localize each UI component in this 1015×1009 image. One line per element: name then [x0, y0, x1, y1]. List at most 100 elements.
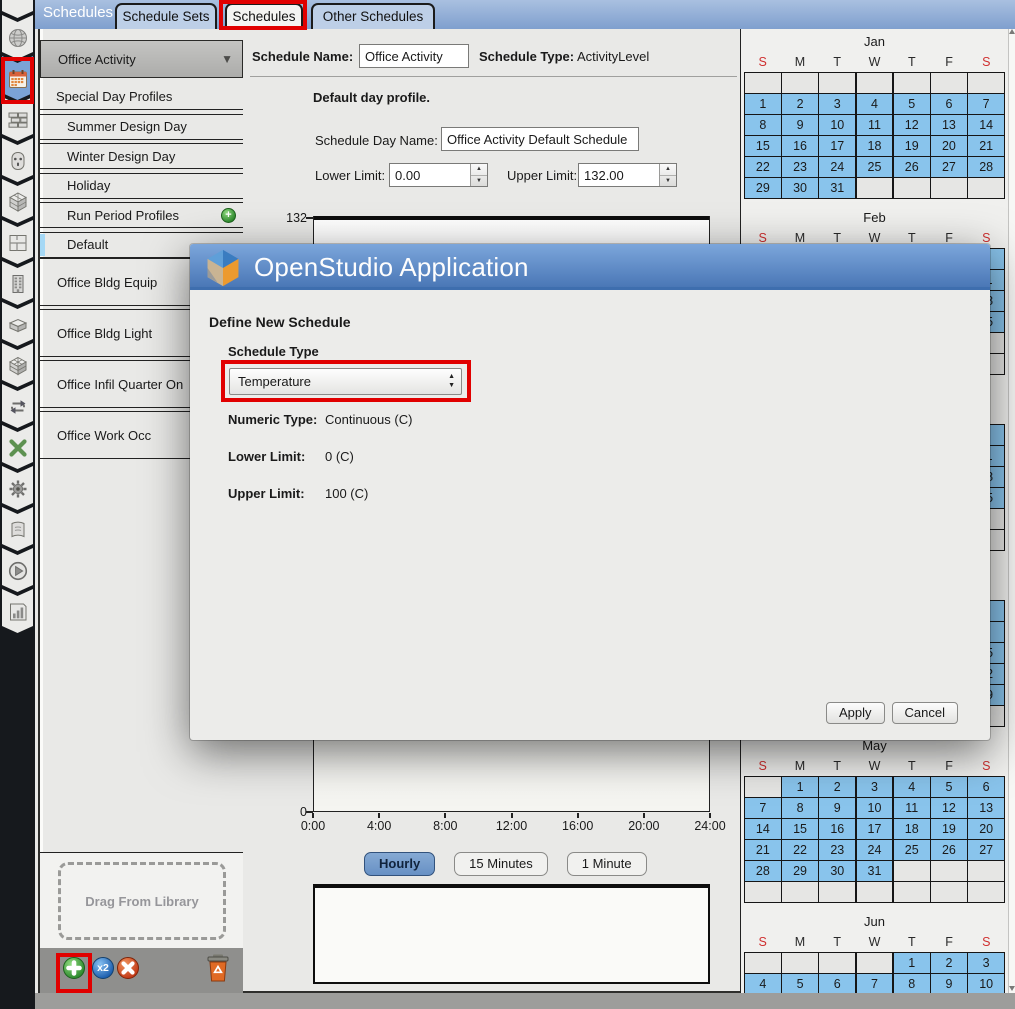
day-cell[interactable]: 16 [782, 136, 818, 156]
trash-bin-icon[interactable] [206, 953, 230, 983]
day-cell[interactable]: 16 [819, 819, 855, 839]
tab-schedule-sets[interactable]: Schedule Sets [115, 3, 217, 29]
profile-value-line[interactable] [314, 216, 709, 220]
day-cell[interactable]: 25 [857, 157, 893, 177]
tab-other-schedules[interactable]: Other Schedules [311, 3, 435, 29]
spinner-arrows-icon[interactable]: ▲▼ [470, 164, 487, 186]
schedule-day-name-input[interactable] [441, 127, 639, 151]
day-cell[interactable]: 10 [819, 115, 855, 135]
sidebar-item-results-summary[interactable] [2, 589, 33, 633]
day-cell[interactable]: 11 [857, 115, 893, 135]
sidebar-item-schedules[interactable] [2, 56, 33, 100]
day-cell[interactable]: 14 [968, 115, 1004, 135]
view-button-15-minutes[interactable]: 15 Minutes [454, 852, 548, 876]
upper-limit-spinbox[interactable]: 132.00 ▲▼ [578, 163, 677, 187]
day-cell[interactable]: 15 [745, 136, 781, 156]
profile-summer-design-day[interactable]: Summer Design Day [40, 114, 243, 140]
spinner-arrows-icon[interactable]: ▲▼ [659, 164, 676, 186]
scroll-up-icon[interactable] [1009, 29, 1015, 34]
day-cell[interactable]: 20 [968, 819, 1004, 839]
profiles-section-special-day[interactable]: Special Day Profiles [40, 84, 243, 110]
day-cell[interactable]: 19 [894, 136, 930, 156]
day-cell[interactable]: 26 [894, 157, 930, 177]
day-cell[interactable]: 8 [894, 974, 930, 993]
day-cell[interactable]: 12 [894, 115, 930, 135]
day-cell[interactable]: 21 [968, 136, 1004, 156]
day-cell[interactable]: 4 [894, 777, 930, 797]
day-cell[interactable]: 10 [968, 974, 1004, 993]
day-cell[interactable]: 7 [745, 798, 781, 818]
day-cell[interactable]: 5 [782, 974, 818, 993]
view-button-hourly[interactable]: Hourly [364, 852, 435, 876]
day-cell[interactable]: 8 [782, 798, 818, 818]
day-cell[interactable]: 17 [819, 136, 855, 156]
day-cell[interactable]: 20 [931, 136, 967, 156]
day-cell[interactable]: 4 [745, 974, 781, 993]
day-cell[interactable]: 1 [745, 94, 781, 114]
day-cell[interactable]: 17 [857, 819, 893, 839]
day-cell[interactable]: 29 [745, 178, 781, 198]
day-cell[interactable]: 23 [782, 157, 818, 177]
day-cell[interactable]: 7 [857, 974, 893, 993]
sidebar-item-facility[interactable] [2, 261, 33, 305]
profile-holiday[interactable]: Holiday [40, 173, 243, 199]
sidebar-item-spaces[interactable] [2, 302, 33, 346]
sidebar-item-output-variables[interactable] [2, 425, 33, 469]
sidebar-item-simulation-settings[interactable] [2, 466, 33, 510]
day-cell[interactable]: 29 [782, 861, 818, 881]
day-cell[interactable]: 2 [782, 94, 818, 114]
day-cell[interactable]: 12 [931, 798, 967, 818]
day-cell[interactable]: 30 [782, 178, 818, 198]
day-cell[interactable]: 15 [782, 819, 818, 839]
day-cell[interactable]: 2 [819, 777, 855, 797]
day-cell[interactable]: 2 [931, 953, 967, 973]
schedule-selector-dropdown[interactable]: Office Activity ▼ [40, 40, 243, 78]
overview-strip[interactable] [313, 884, 710, 984]
day-cell[interactable]: 7 [968, 94, 1004, 114]
day-cell[interactable]: 28 [968, 157, 1004, 177]
apply-button[interactable]: Apply [826, 702, 885, 724]
day-cell[interactable]: 5 [894, 94, 930, 114]
view-button-1-minute[interactable]: 1 Minute [567, 852, 647, 876]
day-cell[interactable]: 18 [894, 819, 930, 839]
day-cell[interactable]: 6 [968, 777, 1004, 797]
day-cell[interactable]: 26 [931, 840, 967, 860]
day-cell[interactable]: 4 [857, 94, 893, 114]
schedule-name-input[interactable] [359, 44, 469, 68]
day-cell[interactable]: 24 [819, 157, 855, 177]
tab-schedules[interactable]: Schedules [225, 3, 303, 29]
day-cell[interactable]: 14 [745, 819, 781, 839]
day-cell[interactable]: 23 [819, 840, 855, 860]
add-schedule-button[interactable] [63, 957, 85, 979]
sidebar-item-measures[interactable] [2, 507, 33, 551]
day-cell[interactable]: 3 [857, 777, 893, 797]
add-profile-icon[interactable]: + [221, 208, 236, 223]
day-cell[interactable]: 11 [894, 798, 930, 818]
day-cell[interactable]: 25 [894, 840, 930, 860]
cancel-button[interactable]: Cancel [892, 702, 958, 724]
day-cell[interactable]: 21 [745, 840, 781, 860]
sidebar-item-thermal-zones[interactable] [2, 343, 33, 387]
remove-schedule-button[interactable] [117, 957, 139, 979]
sidebar-item-site[interactable] [2, 15, 33, 59]
day-cell[interactable]: 13 [968, 798, 1004, 818]
calendar-scrollbar[interactable] [1008, 27, 1015, 993]
day-cell[interactable]: 22 [745, 157, 781, 177]
day-cell[interactable]: 3 [819, 94, 855, 114]
sidebar-item-constructions[interactable] [2, 97, 33, 141]
lower-limit-spinbox[interactable]: 0.00 ▲▼ [389, 163, 488, 187]
drag-from-library-dropzone[interactable]: Drag From Library [58, 862, 226, 940]
day-cell[interactable]: 9 [819, 798, 855, 818]
day-cell[interactable]: 13 [931, 115, 967, 135]
sidebar-item-geometry[interactable] [2, 220, 33, 264]
sidebar-item-run-simulation[interactable] [2, 548, 33, 592]
day-cell[interactable]: 5 [931, 777, 967, 797]
day-cell[interactable]: 31 [857, 861, 893, 881]
scroll-down-icon[interactable] [1009, 986, 1015, 991]
run-period-profiles-header[interactable]: Run Period Profiles+ [40, 202, 243, 228]
sidebar-item-space-types[interactable] [2, 179, 33, 223]
schedule-type-select[interactable]: Temperature ▲▼ [229, 368, 462, 395]
profile-winter-design-day[interactable]: Winter Design Day [40, 143, 243, 169]
day-cell[interactable]: 10 [857, 798, 893, 818]
day-cell[interactable]: 3 [968, 953, 1004, 973]
